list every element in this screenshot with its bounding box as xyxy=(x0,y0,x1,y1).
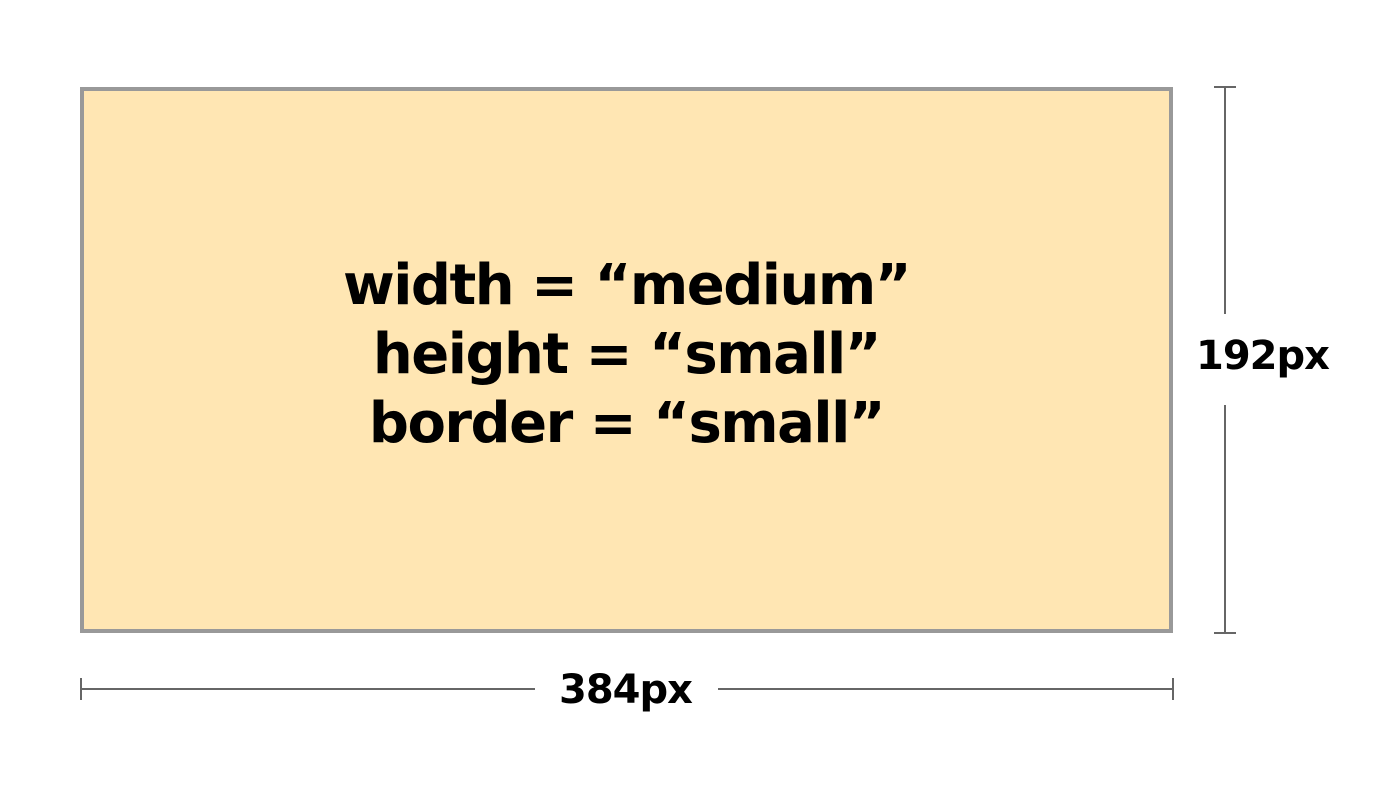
sized-box: width = “medium” height = “small” border… xyxy=(80,87,1173,633)
height-dimension-bottom-cap xyxy=(1214,632,1236,634)
border-property-line: border = “small” xyxy=(368,390,886,456)
height-dimension-line-lower xyxy=(1224,405,1226,633)
width-dimension-label: 384px xyxy=(559,667,693,713)
width-dimension-line-left xyxy=(80,688,535,690)
box-properties: width = “medium” height = “small” border… xyxy=(342,251,912,458)
width-dimension-line-right xyxy=(718,688,1173,690)
width-property-line: width = “medium” xyxy=(342,252,912,318)
height-dimension-line-upper xyxy=(1224,86,1226,314)
height-property-line: height = “small” xyxy=(372,321,882,387)
width-dimension-right-cap xyxy=(1172,678,1174,700)
height-dimension-label: 192px xyxy=(1196,333,1330,379)
